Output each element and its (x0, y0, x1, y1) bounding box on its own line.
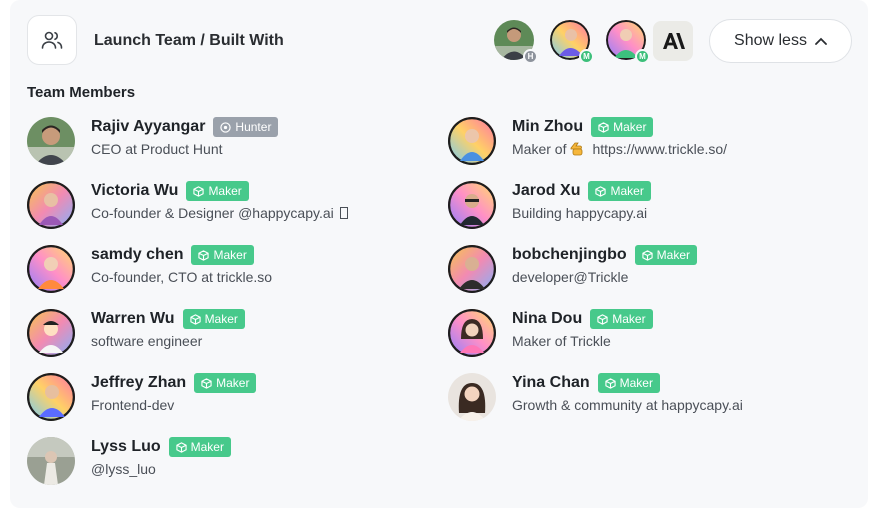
chevron-up-icon (815, 37, 827, 45)
avatar[interactable] (448, 181, 496, 229)
member-name[interactable]: Min Zhou (512, 118, 583, 136)
maker-badge: Maker (591, 117, 654, 137)
cube-icon (176, 441, 187, 453)
badge-label: Maker (204, 312, 238, 326)
badge-label: Maker (216, 376, 250, 390)
cube-icon (642, 249, 653, 261)
badge-label: Hunter (235, 120, 272, 134)
member-jeffrey-zhan[interactable]: Jeffrey Zhan Maker Frontend-dev (27, 373, 427, 423)
pointing-hand-icon (571, 142, 583, 156)
member-description-text: Co-founder & Designer @happycapy.ai (91, 205, 334, 221)
member-victoria-wu[interactable]: Victoria Wu Maker Co-founder & Designer … (27, 181, 427, 231)
member-name[interactable]: Rajiv Ayyangar (91, 118, 205, 136)
avatar[interactable] (27, 117, 75, 165)
member-description: Growth & community at happycapy.ai (512, 397, 743, 413)
member-name[interactable]: Lyss Luo (91, 438, 161, 456)
member-description: Maker of https://www.trickle.so/ (512, 141, 727, 157)
maker-avatar[interactable]: M (606, 20, 650, 64)
maker-avatar[interactable]: M (550, 20, 594, 64)
member-description-prefix: Maker of (512, 141, 567, 157)
member-name[interactable]: Warren Wu (91, 310, 175, 328)
member-name[interactable]: Victoria Wu (91, 182, 178, 200)
cube-icon (189, 313, 201, 325)
member-name[interactable]: Jarod Xu (512, 182, 580, 200)
hunter-badge: Hunter (213, 117, 279, 137)
badge-label: Maker (610, 184, 644, 198)
hunter-avatar[interactable]: H (494, 20, 538, 64)
show-less-label: Show less (734, 32, 807, 49)
maker-badge: Maker (186, 181, 249, 201)
anthropic-logo[interactable] (653, 21, 693, 61)
maker-badge: Maker (191, 245, 254, 265)
cube-icon (198, 249, 210, 261)
avatar[interactable] (27, 181, 75, 229)
member-description: Building happycapy.ai (512, 205, 648, 221)
member-description: software engineer (91, 333, 203, 349)
launch-team-card: Launch Team / Built With H M M Show less… (10, 0, 868, 508)
hunter-icon (220, 121, 232, 133)
maker-role-dot: M (579, 49, 594, 64)
member-description: Frontend-dev (91, 397, 175, 413)
header-title: Launch Team / Built With (94, 32, 284, 49)
member-name[interactable]: Nina Dou (512, 310, 582, 328)
badge-label: Maker (190, 440, 224, 454)
member-name[interactable]: Yina Chan (512, 374, 590, 392)
member-description: Co-founder & Designer @happycapy.ai (91, 205, 348, 221)
avatar[interactable] (27, 437, 75, 485)
member-bobchenjingbo[interactable]: bobchenjingbo Maker developer@Trickle (448, 245, 848, 295)
team-members-heading: Team Members (27, 84, 136, 101)
team-icon (27, 15, 77, 65)
member-name[interactable]: bobchenjingbo (512, 246, 627, 264)
avatar[interactable] (27, 373, 75, 421)
member-lyss-luo[interactable]: Lyss Luo Maker @lyss_luo (27, 437, 427, 487)
member-description: @lyss_luo (91, 461, 156, 477)
avatar[interactable] (448, 373, 496, 421)
member-warren-wu[interactable]: Warren Wu Maker software engineer (27, 309, 427, 359)
member-description: CEO at Product Hunt (91, 141, 223, 157)
member-name[interactable]: samdy chen (91, 246, 183, 264)
cube-icon (605, 377, 616, 389)
badge-label: Maker (613, 120, 647, 134)
maker-badge: Maker (597, 373, 660, 393)
member-samdy-chen[interactable]: samdy chen Maker Co-founder, CTO at tric… (27, 245, 427, 295)
member-description: developer@Trickle (512, 269, 629, 285)
avatar[interactable] (27, 245, 75, 293)
member-description: Co-founder, CTO at trickle.so (91, 269, 273, 285)
cube-icon (598, 121, 609, 133)
badge-label: Maker (656, 248, 690, 262)
emoji-placeholder-icon (339, 207, 348, 219)
maker-badge: Maker (194, 373, 257, 393)
cube-icon (193, 185, 205, 197)
avatar[interactable] (27, 309, 75, 357)
member-link[interactable]: https://www.trickle.so/ (592, 141, 727, 157)
launch-team-header: Launch Team / Built With H M M Show less (27, 15, 853, 67)
show-less-button[interactable]: Show less (709, 19, 852, 63)
member-jarod-xu[interactable]: Jarod Xu Maker Building happycapy.ai (448, 181, 848, 231)
avatar[interactable] (448, 309, 496, 357)
badge-label: Maker (612, 312, 646, 326)
member-rajiv-ayyangar[interactable]: Rajiv Ayyangar Hunter CEO at Product Hun… (27, 117, 427, 167)
maker-badge: Maker (588, 181, 651, 201)
member-yina-chan[interactable]: Yina Chan Maker Growth & community at ha… (448, 373, 848, 423)
member-description: Maker of Trickle (512, 333, 611, 349)
hunter-role-dot: H (523, 49, 538, 64)
avatar[interactable] (448, 245, 496, 293)
maker-badge: Maker (590, 309, 653, 329)
avatar[interactable] (448, 117, 496, 165)
badge-label: Maker (213, 248, 247, 262)
badge-label: Maker (619, 376, 653, 390)
anthropic-logo-mark (663, 33, 685, 49)
cube-icon (201, 377, 212, 389)
member-min-zhou[interactable]: Min Zhou Maker Maker of https://www.tric… (448, 117, 848, 167)
maker-role-dot: M (635, 49, 650, 64)
maker-badge: Maker (168, 437, 231, 457)
maker-badge: Maker (634, 245, 697, 265)
cube-icon (597, 313, 608, 325)
member-nina-dou[interactable]: Nina Dou Maker Maker of Trickle (448, 309, 848, 359)
badge-label: Maker (208, 184, 242, 198)
cube-icon (595, 185, 607, 197)
member-name[interactable]: Jeffrey Zhan (91, 374, 186, 392)
maker-badge: Maker (182, 309, 245, 329)
